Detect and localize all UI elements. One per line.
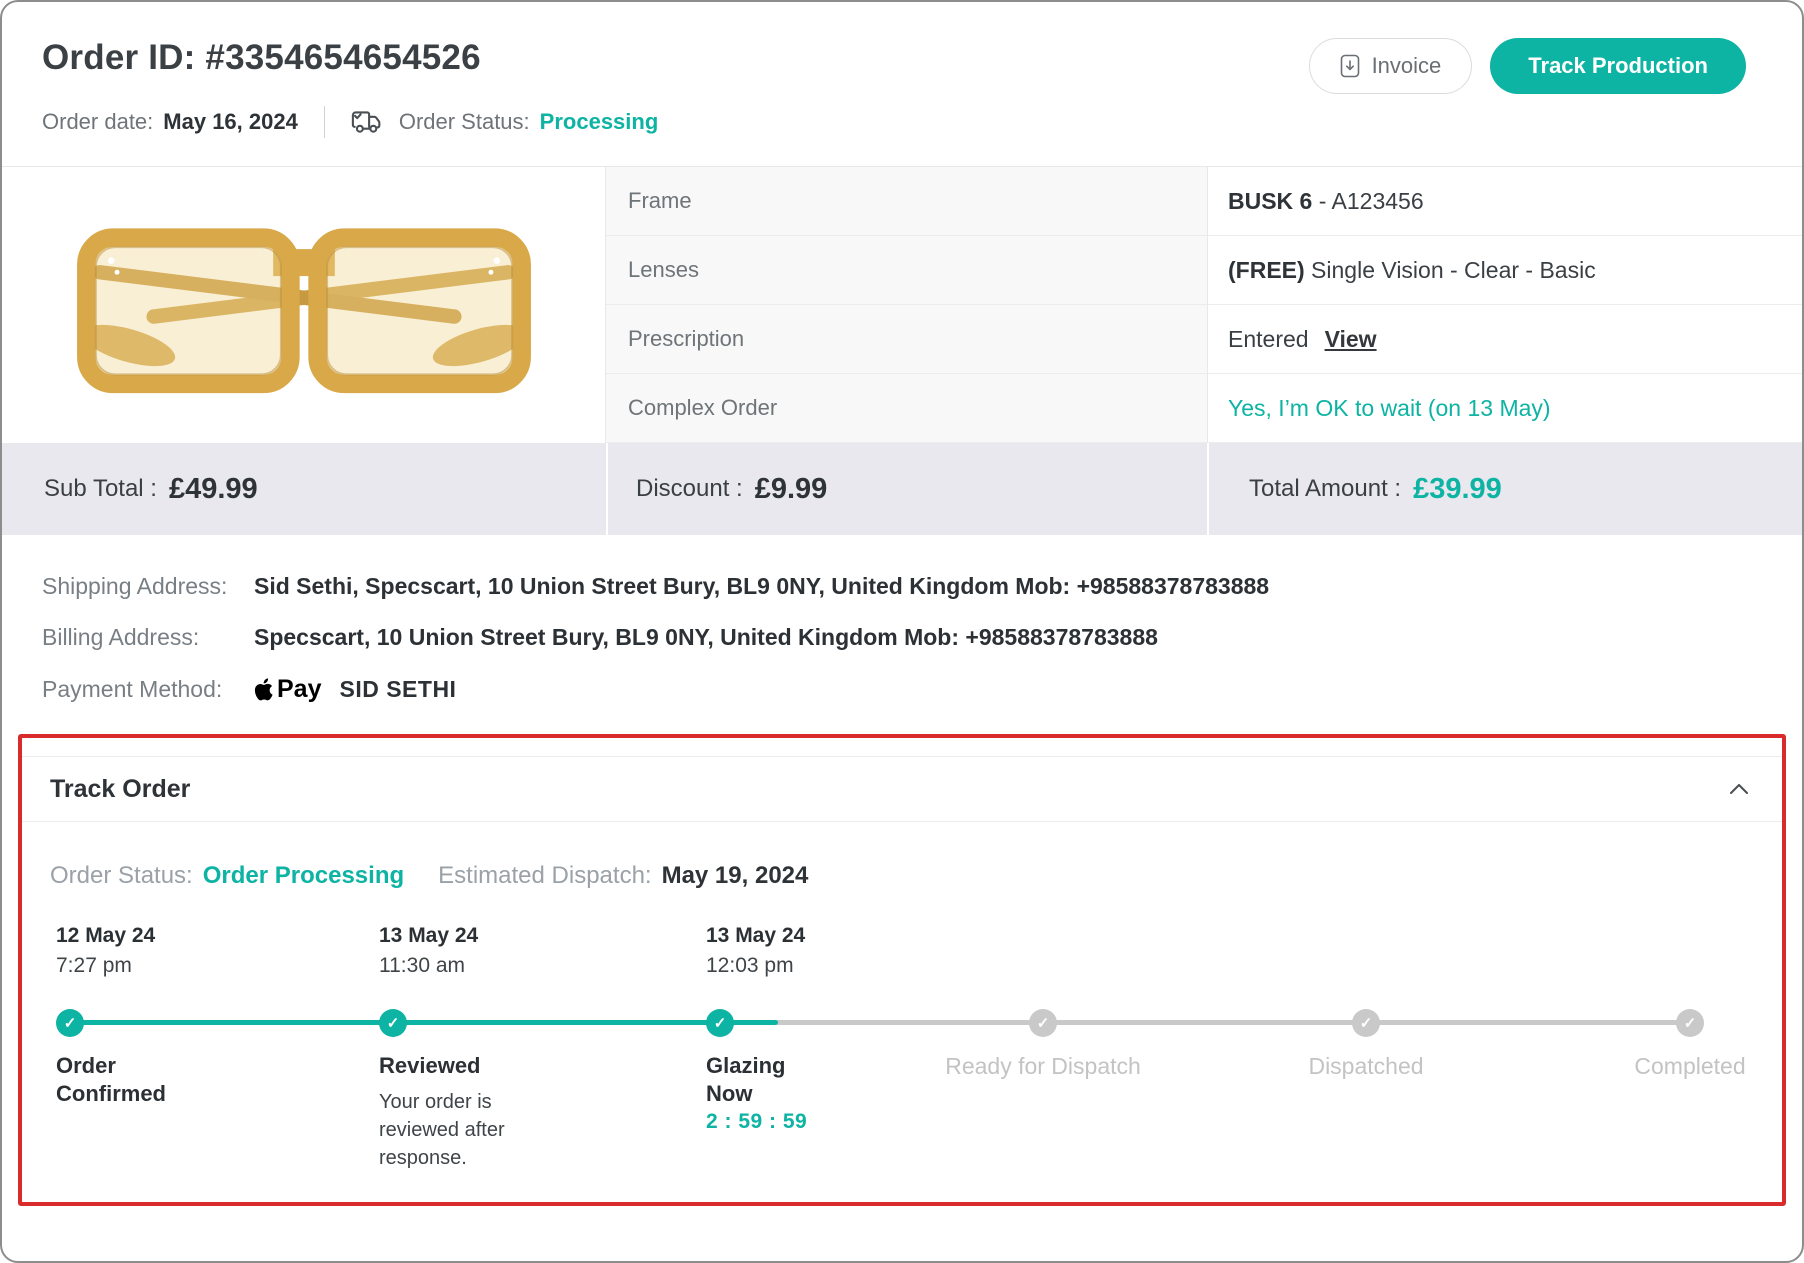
track-order-title: Track Order [50,775,190,804]
discount: Discount : £9.99 [606,443,1207,535]
subtotal-amount: £49.99 [169,473,258,506]
divider [324,106,325,138]
track-status-label: Order Status: [50,862,193,890]
truck-icon [351,108,385,136]
product-image [2,167,606,443]
discount-amount: £9.99 [755,473,828,506]
step-time: 12:03 pm [706,954,794,978]
step-label-ready-for-dispatch: Ready for Dispatch [945,1052,1141,1081]
prescription-label: Prescription [606,305,1207,374]
subtotal: Sub Total : £49.99 [2,443,606,535]
frame-name: BUSK 6 [1228,188,1312,215]
product-table: Frame BUSK 6 - A123456 Lenses (FREE) Sin… [2,166,1802,443]
header: Order ID: #3354654654526 Order date: May… [2,2,1802,138]
shipping-address-row: Shipping Address: Sid Sethi, Specscart, … [42,573,1762,600]
prescription-value: Entered View [1207,305,1802,374]
step-label-order-confirmed: Order Confirmed [56,1052,186,1107]
glasses-illustration [65,199,543,411]
complex-order-value: Yes, I’m OK to wait (on 13 May) [1207,374,1802,443]
total-amount: Total Amount : £39.99 [1207,443,1802,535]
billing-address-row: Billing Address: Specscart, 10 Union Str… [42,624,1762,651]
step-check-icon: ✓ [1352,1009,1380,1037]
frame-label: Frame [606,167,1207,236]
step-label-dispatched: Dispatched [1308,1052,1423,1081]
track-order-highlight-box: Track Order Order Status: Order Processi… [18,734,1786,1206]
invoice-button[interactable]: Invoice [1309,38,1473,94]
apple-pay-word: Pay [277,675,321,704]
order-status-value: Processing [540,109,659,135]
download-invoice-icon [1340,54,1360,78]
header-left: Order ID: #3354654654526 Order date: May… [42,38,658,138]
totals-bar: Sub Total : £49.99 Discount : £9.99 Tota… [2,443,1802,535]
step-time: 7:27 pm [56,954,132,978]
track-production-button[interactable]: Track Production [1490,38,1746,94]
payment-holder-name: SID SETHI [339,676,456,703]
subtotal-label: Sub Total : [44,475,157,503]
step-check-icon: ✓ [56,1009,84,1037]
lenses-label: Lenses [606,236,1207,305]
glazing-countdown: 2 : 59 : 59 [706,1110,807,1134]
header-actions: Invoice Track Production [1309,38,1746,94]
order-details-page: Order ID: #3354654654526 Order date: May… [0,0,1804,1263]
order-date-label: Order date: [42,109,153,135]
billing-address-value: Specscart, 10 Union Street Bury, BL9 0NY… [254,624,1158,651]
page-title: Order ID: #3354654654526 [42,38,658,78]
track-order-header[interactable]: Track Order [22,756,1782,822]
total-amount-value: £39.99 [1413,473,1502,506]
invoice-button-label: Invoice [1372,53,1442,79]
discount-label: Discount : [636,475,743,503]
order-timeline: 12 May 24 7:27 pm ✓ Order Confirmed 13 M… [50,924,1754,1204]
chevron-up-icon[interactable] [1724,778,1754,800]
step-date: 12 May 24 [56,924,155,948]
dispatch-date: May 19, 2024 [662,862,809,890]
frame-value: BUSK 6 - A123456 [1207,167,1802,236]
step-check-icon: ✓ [706,1009,734,1037]
prescription-status: Entered [1228,326,1309,353]
order-meta-row: Order date: May 16, 2024 Order Status: P… [42,106,658,138]
payment-method-row: Payment Method: Pay SID SETHI [42,675,1762,704]
step-check-icon: ✓ [1029,1009,1057,1037]
addresses-section: Shipping Address: Sid Sethi, Specscart, … [2,535,1802,704]
dispatch-label: Estimated Dispatch: [438,862,651,890]
payment-method-label: Payment Method: [42,676,254,703]
complex-order-label: Complex Order [606,374,1207,443]
track-production-label: Track Production [1528,53,1708,79]
lenses-value: (FREE) Single Vision - Clear - Basic [1207,236,1802,305]
step-check-icon: ✓ [379,1009,407,1037]
shipping-address-label: Shipping Address: [42,573,254,600]
billing-address-label: Billing Address: [42,624,254,651]
timeline-progress [70,1020,778,1025]
step-time: 11:30 am [379,954,465,978]
order-date-value: May 16, 2024 [163,109,298,135]
apple-pay-logo: Pay [254,675,321,704]
shipping-address-value: Sid Sethi, Specscart, 10 Union Street Bu… [254,573,1269,600]
step-date: 13 May 24 [379,924,478,948]
total-label: Total Amount : [1249,475,1401,503]
step-date: 13 May 24 [706,924,805,948]
step-label-glazing-now: Glazing Now [706,1052,806,1107]
track-status-value: Order Processing [203,862,404,890]
view-prescription-link[interactable]: View [1325,326,1377,353]
apple-icon [254,678,273,701]
order-status-label: Order Status: [399,109,530,135]
frame-sku: - A123456 [1312,188,1423,215]
step-label-reviewed: Reviewed [379,1052,481,1080]
track-status-row: Order Status: Order Processing Estimated… [50,862,1754,890]
lenses-desc: Single Vision - Clear - Basic [1305,257,1596,284]
lenses-free-tag: (FREE) [1228,257,1305,284]
step-label-completed: Completed [1634,1052,1745,1081]
step-description: Your order is reviewed after response. [379,1088,575,1172]
step-check-icon: ✓ [1676,1009,1704,1037]
